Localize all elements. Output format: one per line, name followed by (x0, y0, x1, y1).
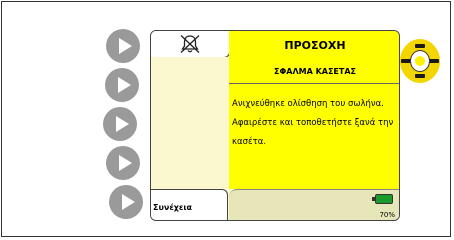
alarm-message: Ανιχνεύθηκε ολίσθηση του σωλήνα. Αφαιρέσ… (232, 99, 394, 147)
softkey-2[interactable] (105, 68, 139, 102)
softkey-3[interactable] (103, 107, 137, 141)
bell-silenced-icon (180, 35, 200, 53)
softkey-4[interactable] (106, 146, 140, 180)
softkey-1[interactable] (106, 29, 140, 63)
alarm-panel: ΠΡΟΣΟΧΗ ΣΦΑΛΜΑ ΚΑΣΕΤΑΣ Ανιχνεύθηκε ολίσθ… (229, 31, 399, 189)
light-tick-bottom (415, 74, 425, 78)
alarm-light-icon (400, 39, 440, 83)
divider (229, 83, 399, 84)
alarm-silence-indicator (151, 31, 230, 58)
light-tick-top (415, 44, 425, 48)
device-screen: ΠΡΟΣΟΧΗ ΣΦΑΛΜΑ ΚΑΣΕΤΑΣ Ανιχνεύθηκε ολίσθ… (150, 30, 400, 221)
alarm-title: ΠΡΟΣΟΧΗ (284, 39, 346, 52)
softkey-continue[interactable] (109, 185, 143, 219)
battery-percent: 70% (379, 211, 395, 219)
light-tick-right (429, 59, 439, 63)
status-bar: 70% (229, 189, 399, 220)
alarm-subtitle: ΣΦΑΛΜΑ ΚΑΣΕΤΑΣ (273, 67, 357, 76)
battery-icon (372, 194, 393, 204)
light-dot (415, 56, 425, 66)
continue-button[interactable]: Συνέχεια (151, 189, 228, 220)
light-center (410, 50, 430, 72)
